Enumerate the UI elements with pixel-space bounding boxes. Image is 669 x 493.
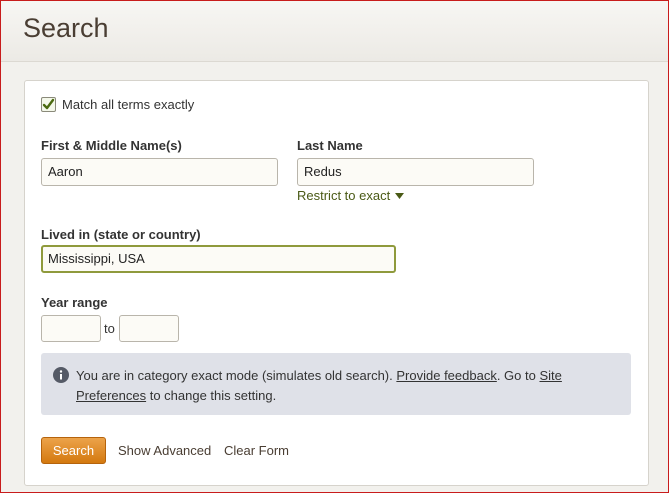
search-form-panel: Match all terms exactly First & Middle N… — [24, 80, 649, 486]
info-notice-text: You are in category exact mode (simulate… — [76, 366, 616, 406]
restrict-to-exact-label: Restrict to exact — [297, 188, 391, 203]
page-header: Search — [1, 1, 668, 62]
first-name-input[interactable]: Aaron — [41, 158, 278, 186]
window-frame: Search Match all terms exactly First & M… — [0, 0, 669, 493]
year-from-input[interactable] — [41, 315, 101, 342]
info-text-middle: . Go to — [496, 368, 536, 383]
checkmark-icon — [42, 98, 55, 110]
info-icon — [53, 367, 69, 383]
year-to-input[interactable] — [119, 315, 179, 342]
triangle-down-icon — [395, 192, 405, 199]
year-range-label: Year range — [41, 295, 108, 310]
info-text-before: You are in category exact mode (simulate… — [76, 368, 393, 383]
year-range-to-label: to — [104, 321, 115, 336]
provide-feedback-link[interactable]: Provide feedback — [396, 368, 496, 383]
page-title: Search — [23, 13, 109, 43]
first-name-label: First & Middle Name(s) — [41, 138, 182, 153]
last-name-input[interactable]: Redus — [297, 158, 534, 186]
info-text-after: to change this setting. — [149, 388, 277, 403]
clear-form-link[interactable]: Clear Form — [224, 443, 289, 458]
search-button[interactable]: Search — [41, 437, 106, 464]
last-name-label: Last Name — [297, 138, 363, 153]
show-advanced-link[interactable]: Show Advanced — [118, 443, 211, 458]
match-exact-checkbox[interactable] — [41, 97, 56, 112]
match-exact-row: Match all terms exactly — [41, 97, 194, 112]
match-exact-label: Match all terms exactly — [62, 97, 195, 112]
restrict-to-exact-dropdown[interactable]: Restrict to exact — [297, 188, 405, 203]
lived-in-label: Lived in (state or country) — [41, 227, 201, 242]
lived-in-input[interactable]: Mississippi, USA — [41, 245, 396, 273]
info-notice: You are in category exact mode (simulate… — [41, 353, 631, 415]
